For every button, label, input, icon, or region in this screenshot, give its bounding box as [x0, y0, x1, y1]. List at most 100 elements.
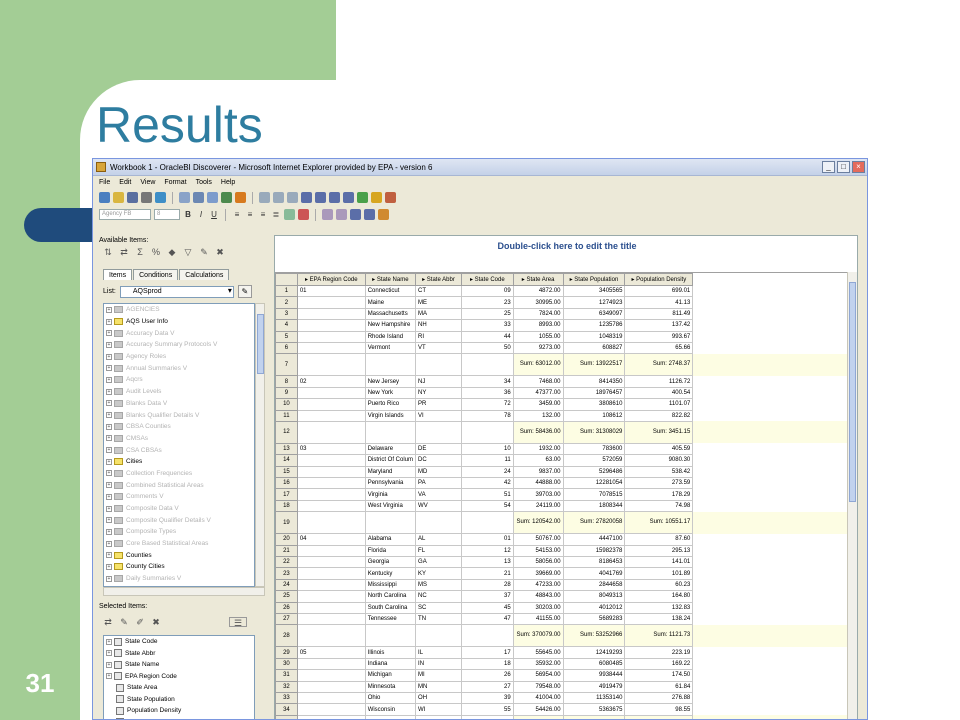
report-title[interactable]: Double-click here to edit the title [275, 241, 859, 251]
column-header[interactable]: State Name [364, 273, 417, 286]
table-cell[interactable]: New York [364, 386, 417, 400]
tree-item[interactable]: + Comments V [104, 491, 254, 503]
expand-icon[interactable]: + [106, 412, 112, 419]
column-header[interactable]: State Area [512, 273, 564, 286]
table-cell[interactable] [364, 511, 417, 535]
table-cell[interactable]: Virginia [364, 488, 417, 501]
refresh-icon[interactable] [155, 192, 166, 203]
table-cell[interactable]: 24119.00 [512, 499, 564, 513]
column-header[interactable]: State Code [460, 273, 514, 286]
row-number[interactable]: 17 [275, 488, 298, 501]
expand-icon[interactable]: + [106, 528, 112, 535]
table-cell[interactable] [296, 714, 366, 719]
table-cell[interactable] [460, 714, 514, 719]
row-number[interactable]: 23 [275, 567, 298, 580]
expand-icon[interactable]: + [106, 661, 112, 668]
table-cell[interactable]: MI [415, 669, 462, 682]
tree-item[interactable]: + Daily Summaries V [104, 573, 254, 585]
font-name-select[interactable]: Agency FB [99, 209, 151, 220]
table-cell[interactable]: Tennessee [364, 612, 417, 626]
table-cell[interactable]: 400.54 [624, 386, 694, 400]
align-right-icon[interactable]: ≡ [258, 210, 268, 219]
table-cell[interactable]: 51 [460, 488, 514, 501]
table-cell[interactable]: GA [415, 556, 462, 569]
table-cell[interactable]: 6349097 [562, 307, 626, 321]
table-cell[interactable] [364, 420, 417, 444]
tab-conditions[interactable]: Conditions [133, 269, 179, 280]
table-cell[interactable]: 65.66 [624, 341, 694, 355]
table-cell[interactable] [296, 657, 366, 671]
table-cell[interactable] [296, 680, 366, 693]
expand-icon[interactable]: + [106, 650, 112, 657]
table-cell[interactable]: Indiana [364, 657, 417, 671]
table-cell[interactable]: 4447100 [562, 533, 626, 546]
table-cell[interactable]: 03 [296, 442, 366, 456]
table-cell[interactable]: 572059 [562, 454, 626, 467]
group-sort-icon[interactable] [287, 192, 298, 203]
subtotal-cell[interactable]: Sum: 27820058 [562, 511, 626, 535]
table-cell[interactable]: 15982378 [562, 544, 626, 558]
table-cell[interactable] [364, 714, 417, 719]
tree-scroll-thumb[interactable] [257, 314, 264, 374]
table-cell[interactable]: 101.89 [624, 567, 694, 580]
table-cell[interactable]: IN [415, 657, 462, 671]
align-left-icon[interactable]: ≡ [232, 210, 242, 219]
drill-icon[interactable] [235, 192, 246, 203]
table-cell[interactable]: 7078515 [562, 488, 626, 501]
tree-horizontal-scrollbar[interactable] [103, 587, 265, 596]
table-cell[interactable]: Massachusetts [364, 307, 417, 321]
table-cell[interactable]: Rhode Island [364, 330, 417, 343]
table-cell[interactable]: 4872.00 [512, 284, 564, 298]
currency-icon[interactable] [322, 209, 333, 220]
selected-item[interactable]: Population Density [104, 705, 254, 717]
tree-item[interactable]: + Composite Data V [104, 503, 254, 515]
table-cell[interactable]: 538.42 [624, 465, 694, 479]
subtotal-cell[interactable]: Sum: 13922517 [562, 353, 626, 377]
table-cell[interactable]: 8993.00 [512, 319, 564, 332]
expand-icon[interactable]: + [106, 552, 112, 559]
table-cell[interactable]: FL [415, 544, 462, 558]
table-cell[interactable]: New Hampshire [364, 319, 417, 332]
table-cell[interactable] [296, 578, 366, 592]
table-cell[interactable]: 9837.00 [512, 465, 564, 479]
table-cell[interactable]: 9273.00 [512, 341, 564, 355]
expand-icon[interactable]: + [106, 400, 112, 407]
subtotal-cell[interactable]: Sum: 53252966 [562, 624, 626, 648]
table-cell[interactable]: 1274923 [562, 296, 626, 309]
table-cell[interactable]: DC [415, 454, 462, 467]
sort-descending-icon[interactable] [273, 192, 284, 203]
selected-item[interactable]: + State Code [104, 636, 254, 648]
menu-format[interactable]: Format [164, 179, 186, 186]
table-cell[interactable]: 8414350 [562, 375, 626, 388]
table-cell[interactable]: 178.29 [624, 488, 694, 501]
selected-menu-button[interactable]: ☰ [229, 617, 247, 628]
table-cell[interactable]: 11 [460, 454, 514, 467]
sum-item-icon[interactable]: Σ [135, 247, 145, 257]
table-cell[interactable]: 45 [460, 601, 514, 615]
exception-icon[interactable] [329, 192, 340, 203]
table-cell[interactable]: 4919479 [562, 680, 626, 693]
filter-item-icon[interactable]: ▽ [183, 247, 193, 257]
table-cell[interactable]: 44888.00 [512, 477, 564, 490]
fill-color-icon[interactable] [284, 209, 295, 220]
table-cell[interactable]: Virgin Islands [364, 409, 417, 422]
table-cell[interactable] [296, 477, 366, 490]
row-number[interactable]: 6 [275, 341, 298, 355]
row-number[interactable]: 13 [275, 442, 298, 456]
expand-icon[interactable]: + [106, 540, 112, 547]
expand-icon[interactable]: + [106, 505, 112, 512]
table-cell[interactable]: 56954.00 [512, 669, 564, 682]
table-cell[interactable]: NC [415, 590, 462, 603]
table-cell[interactable]: Michigan [364, 669, 417, 682]
minimize-button[interactable]: _ [822, 161, 835, 173]
table-cell[interactable]: MA [415, 307, 462, 321]
table-cell[interactable] [296, 488, 366, 501]
table-cell[interactable]: RI [415, 330, 462, 343]
subtotal-cell[interactable]: Sum: 3451.15 [624, 420, 694, 444]
subtotal-cell[interactable]: Sum: 10551.17 [624, 511, 694, 535]
table-cell[interactable]: Vermont [364, 341, 417, 355]
subtotal-cell[interactable]: Sum: 63012.00 [512, 353, 564, 377]
table-cell[interactable]: 09 [460, 284, 514, 298]
table-cell[interactable]: 39 [460, 691, 514, 705]
selected-item[interactable]: + EPA Region Code [104, 671, 254, 683]
